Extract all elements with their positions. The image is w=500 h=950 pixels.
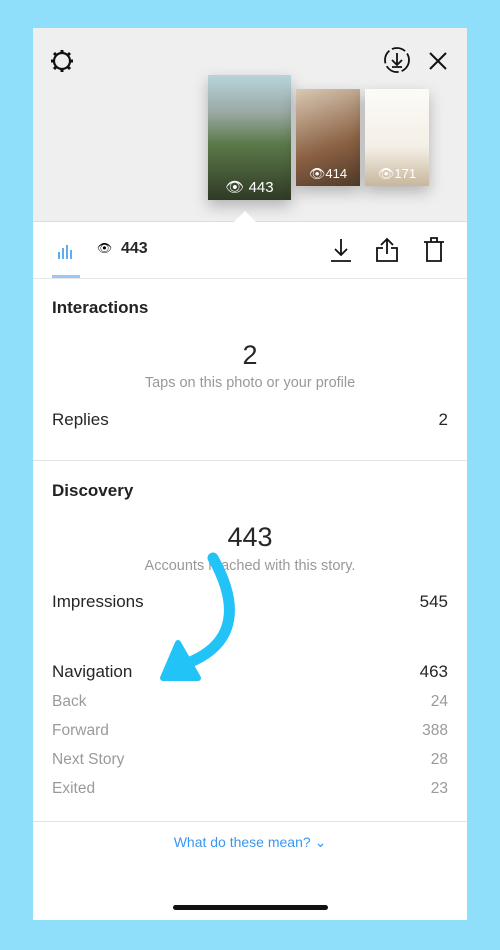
annotation-arrow (160, 552, 235, 681)
story-insights-panel: 👁︎ 443 👁︎414 👁︎171 👁︎ 443 Interactions 2… (33, 28, 467, 920)
